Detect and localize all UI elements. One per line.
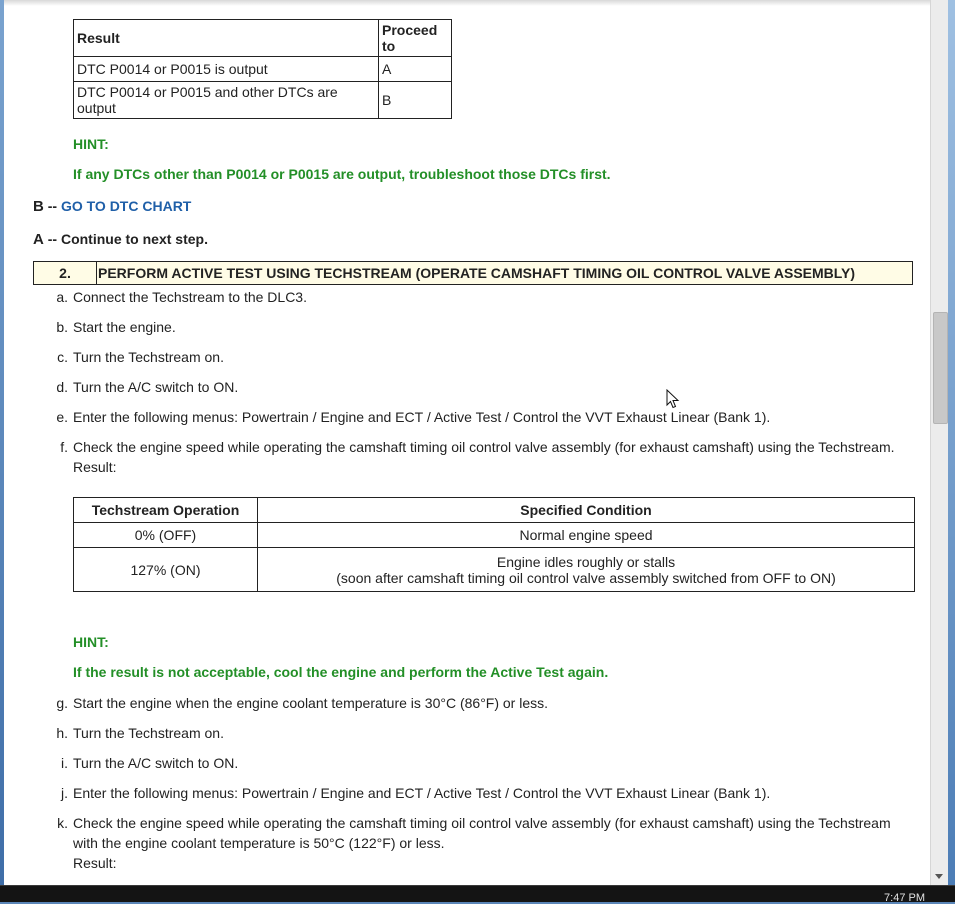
toolbar-shadow	[4, 0, 930, 6]
step-title: PERFORM ACTIVE TEST USING TECHSTREAM (OP…	[98, 265, 856, 281]
result-b-dash: --	[47, 198, 58, 214]
list-marker: d.	[56, 379, 68, 395]
list-text: Connect the Techstream to the DLC3.	[73, 289, 307, 305]
result-a-line: A -- Continue to next step.	[33, 231, 208, 248]
list-text: Turn the Techstream on.	[73, 725, 224, 741]
list-text-main: Check the engine speed while operating t…	[73, 439, 895, 455]
result-b-line: B -- GO TO DTC CHART	[33, 198, 191, 215]
table-cell: DTC P0014 or P0015 is output	[73, 56, 379, 82]
table-header-row: Result Proceed to	[73, 19, 452, 57]
taskbar-clock[interactable]: 7:47 PM	[884, 892, 925, 904]
step-2-header: 2. PERFORM ACTIVE TEST USING TECHSTREAM …	[33, 261, 913, 285]
table-cell: A	[378, 56, 452, 82]
list-marker: k.	[57, 815, 68, 831]
list-text: Enter the following menus: Powertrain / …	[73, 785, 771, 801]
list-marker: g.	[56, 695, 68, 711]
document-viewport: Result Proceed to DTC P0014 or P0015 is …	[4, 0, 930, 885]
table-cell: B	[378, 81, 452, 119]
table-header-row: Techstream Operation Specified Condition	[73, 497, 915, 523]
result-b-letter: B	[33, 198, 44, 215]
list-marker: j.	[61, 785, 68, 801]
table-header-proceed: Proceed to	[378, 19, 452, 57]
table-cell: 0% (OFF)	[73, 522, 258, 548]
list-text: Enter the following menus: Powertrain / …	[73, 409, 771, 425]
list-item: c. Turn the Techstream on.	[44, 347, 924, 367]
list-marker: i.	[61, 755, 68, 771]
list-marker: b.	[56, 319, 68, 335]
list-marker: f.	[60, 439, 68, 455]
hint-text: If the result is not acceptable, cool th…	[73, 664, 609, 680]
table-header-operation: Techstream Operation	[73, 497, 258, 523]
table-row: 127% (ON) Engine idles roughly or stalls…	[73, 547, 915, 592]
list-text: Turn the A/C switch to ON.	[73, 379, 239, 395]
table-cell: 127% (ON)	[73, 547, 258, 592]
list-text: Check the engine speed while operating t…	[73, 437, 895, 477]
list-item: h. Turn the Techstream on.	[44, 723, 924, 743]
list-item: k. Check the engine speed while operating…	[44, 813, 924, 873]
list-text-continued: with the engine coolant temperature is 5…	[73, 835, 445, 851]
result-a-letter: A	[33, 231, 44, 248]
result-a-dash: --	[47, 231, 58, 247]
taskbar: 7:47 PM	[0, 885, 955, 904]
list-item: f. Check the engine speed while operating…	[44, 437, 924, 477]
table-cell: Engine idles roughly or stalls (soon aft…	[257, 547, 915, 592]
list-item: g. Start the engine when the engine coola…	[44, 693, 924, 713]
list-marker: e.	[56, 409, 68, 425]
table-row: 0% (OFF) Normal engine speed	[73, 522, 915, 548]
list-marker: a.	[56, 289, 68, 305]
list-item: i. Turn the A/C switch to ON.	[44, 753, 924, 773]
mouse-cursor-icon	[666, 389, 680, 409]
vertical-scrollbar[interactable]	[930, 0, 949, 885]
list-text: Turn the A/C switch to ON.	[73, 755, 239, 771]
list-item: a. Connect the Techstream to the DLC3.	[44, 287, 924, 307]
result-a-text: Continue to next step.	[60, 231, 208, 247]
list-text: Check the engine speed while operating t…	[73, 813, 891, 873]
list-text: Start the engine when the engine coolant…	[73, 695, 549, 711]
table-row: DTC P0014 or P0015 and other DTCs are ou…	[73, 81, 452, 119]
scroll-down-arrow-icon[interactable]	[935, 874, 943, 879]
table-row: DTC P0014 or P0015 is output A	[73, 56, 452, 82]
table-cell: DTC P0014 or P0015 and other DTCs are ou…	[73, 81, 379, 119]
list-item: d. Turn the A/C switch to ON.	[44, 377, 924, 397]
list-item: b. Start the engine.	[44, 317, 924, 337]
dtc-result-table: Result Proceed to DTC P0014 or P0015 is …	[73, 19, 452, 119]
list-text: Start the engine.	[73, 319, 176, 335]
list-item: j. Enter the following menus: Powertrain …	[44, 783, 924, 803]
result-label: Result:	[73, 855, 117, 871]
list-text-main: Check the engine speed while operating t…	[73, 815, 891, 831]
step-number: 2.	[34, 262, 97, 284]
list-marker: c.	[57, 349, 68, 365]
condition-line: Engine idles roughly or stalls	[496, 553, 676, 570]
table-cell: Normal engine speed	[257, 522, 915, 548]
result-label: Result:	[73, 459, 117, 475]
active-test-table: Techstream Operation Specified Condition…	[73, 497, 915, 592]
table-header-condition: Specified Condition	[257, 497, 915, 523]
window-frame-right	[948, 0, 955, 885]
table-header-result: Result	[73, 19, 379, 57]
go-to-dtc-chart-link[interactable]: GO TO DTC CHART	[61, 198, 191, 214]
list-marker: h.	[56, 725, 68, 741]
hint-label: HINT:	[73, 136, 109, 152]
hint-label: HINT:	[73, 634, 109, 650]
condition-line: (soon after camshaft timing oil control …	[336, 569, 836, 586]
list-text: Turn the Techstream on.	[73, 349, 224, 365]
list-item: e. Enter the following menus: Powertrain …	[44, 407, 924, 427]
scrollbar-thumb[interactable]	[933, 312, 948, 424]
hint-text: If any DTCs other than P0014 or P0015 ar…	[73, 166, 611, 182]
